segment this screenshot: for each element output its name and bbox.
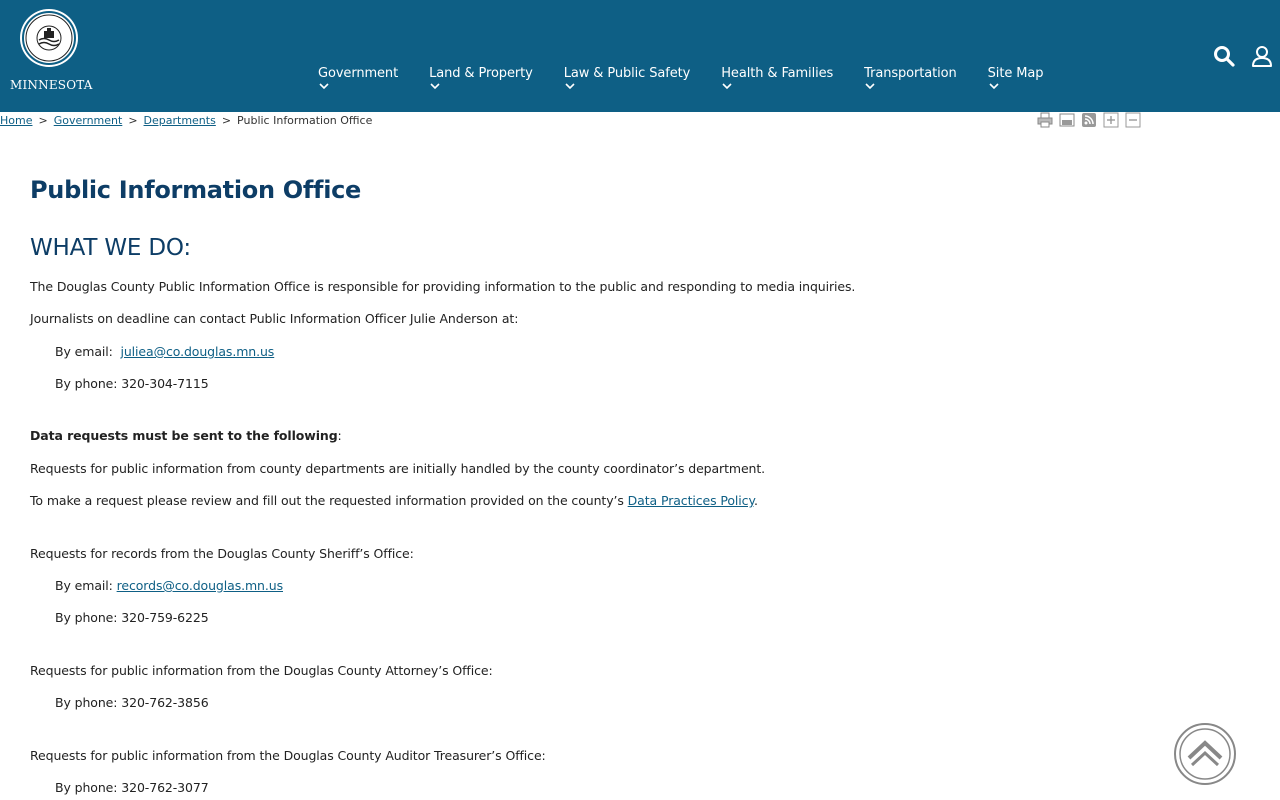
policy-suffix: . [753,493,758,508]
page-title: Public Information Office [30,176,362,204]
user-icon[interactable] [1250,44,1274,68]
nav-transportation[interactable]: Transportation [864,66,957,90]
rss-icon[interactable] [1080,112,1098,128]
nav-label: Government [318,66,399,81]
back-to-top-icon[interactable] [1173,722,1237,786]
nav-label: Law & Public Safety [563,66,691,81]
email-icon[interactable] [1058,112,1076,128]
county-seal [22,11,76,65]
page-tools [1036,112,1146,128]
attorney-phone-line: By phone: 320-762-3856 [55,695,209,710]
print-icon[interactable] [1036,112,1054,128]
nav-label: Land & Property [429,66,533,81]
data-practices-policy-link[interactable]: Data Practices Policy [628,493,754,508]
intro-text: The Douglas County Public Information Of… [30,279,856,294]
policy-line: To make a request please review and fill… [30,493,758,508]
breadcrumb: Home > Government > Departments > Public Infor… [0,114,372,127]
nav-health-families[interactable]: Health & Families [721,66,833,90]
chevron-down-icon [722,83,732,90]
zoom-out-icon[interactable] [1124,112,1142,128]
county-logo[interactable]: MINNESOTA [10,10,93,94]
breadcrumb-current: Public Information Office [237,114,373,127]
county-requests-text: Requests for public information from cou… [30,461,766,476]
nav-label: Site Map [987,66,1044,81]
breadcrumb-separator: > [128,114,138,127]
sheriff-email-link[interactable]: records@co.douglas.mn.us [117,578,283,593]
breadcrumb-separator: > [221,114,232,127]
attorney-requests-text: Requests for public information from the… [30,663,493,678]
nav-site-map[interactable]: Site Map [987,66,1044,90]
data-requests-heading: Data requests must be sent to the follow… [30,428,342,443]
chevron-down-icon [319,83,329,90]
section-title: WHAT WE DO: [30,235,191,261]
auditor-phone-line: By phone: 320-762-3077 [55,780,209,795]
nav-label: Transportation [864,66,957,81]
search-icon[interactable] [1212,44,1236,68]
nav-law-public-safety[interactable]: Law & Public Safety [563,66,691,90]
heading-colon: : [337,428,342,443]
email-label: By email: [55,578,113,593]
journalists-text: Journalists on deadline can contact Publ… [30,311,519,326]
logo-state-text: MINNESOTA [10,78,93,92]
email-label: By email: [55,344,113,359]
pio-email-link[interactable]: juliea@co.douglas.mn.us [120,344,274,359]
sheriff-requests-text: Requests for records from the Douglas Co… [30,546,414,561]
policy-prefix: To make a request please review and fill… [30,493,628,508]
pio-email-line: By email: juliea@co.douglas.mn.us [55,344,274,359]
chevron-down-icon [989,83,999,90]
breadcrumb-government[interactable]: Government [54,114,123,127]
chevron-down-icon [430,83,440,90]
nav-label: Health & Families [721,66,834,81]
nav-land-property[interactable]: Land & Property [429,66,533,90]
chevron-down-icon [865,83,875,90]
breadcrumb-departments[interactable]: Departments [144,114,216,127]
site-header: MINNESOTA Government Land & Property Law… [0,0,1280,112]
pio-phone-line: By phone: 320-304-7115 [55,376,209,391]
data-requests-heading-text: Data requests must be sent to the follow… [30,428,338,443]
chevron-down-icon [565,83,575,90]
breadcrumb-separator: > [38,114,48,127]
sheriff-email-line: By email: records@co.douglas.mn.us [55,578,283,593]
page-content: Public Information Office WHAT WE DO: [30,176,1130,261]
nav-government[interactable]: Government [318,66,398,90]
auditor-requests-text: Requests for public information from the… [30,748,546,763]
zoom-in-icon[interactable] [1102,112,1120,128]
sheriff-phone-line: By phone: 320-759-6225 [55,610,209,625]
main-nav: Government Land & Property Law & Public … [318,66,1074,90]
breadcrumb-home[interactable]: Home [0,114,32,127]
